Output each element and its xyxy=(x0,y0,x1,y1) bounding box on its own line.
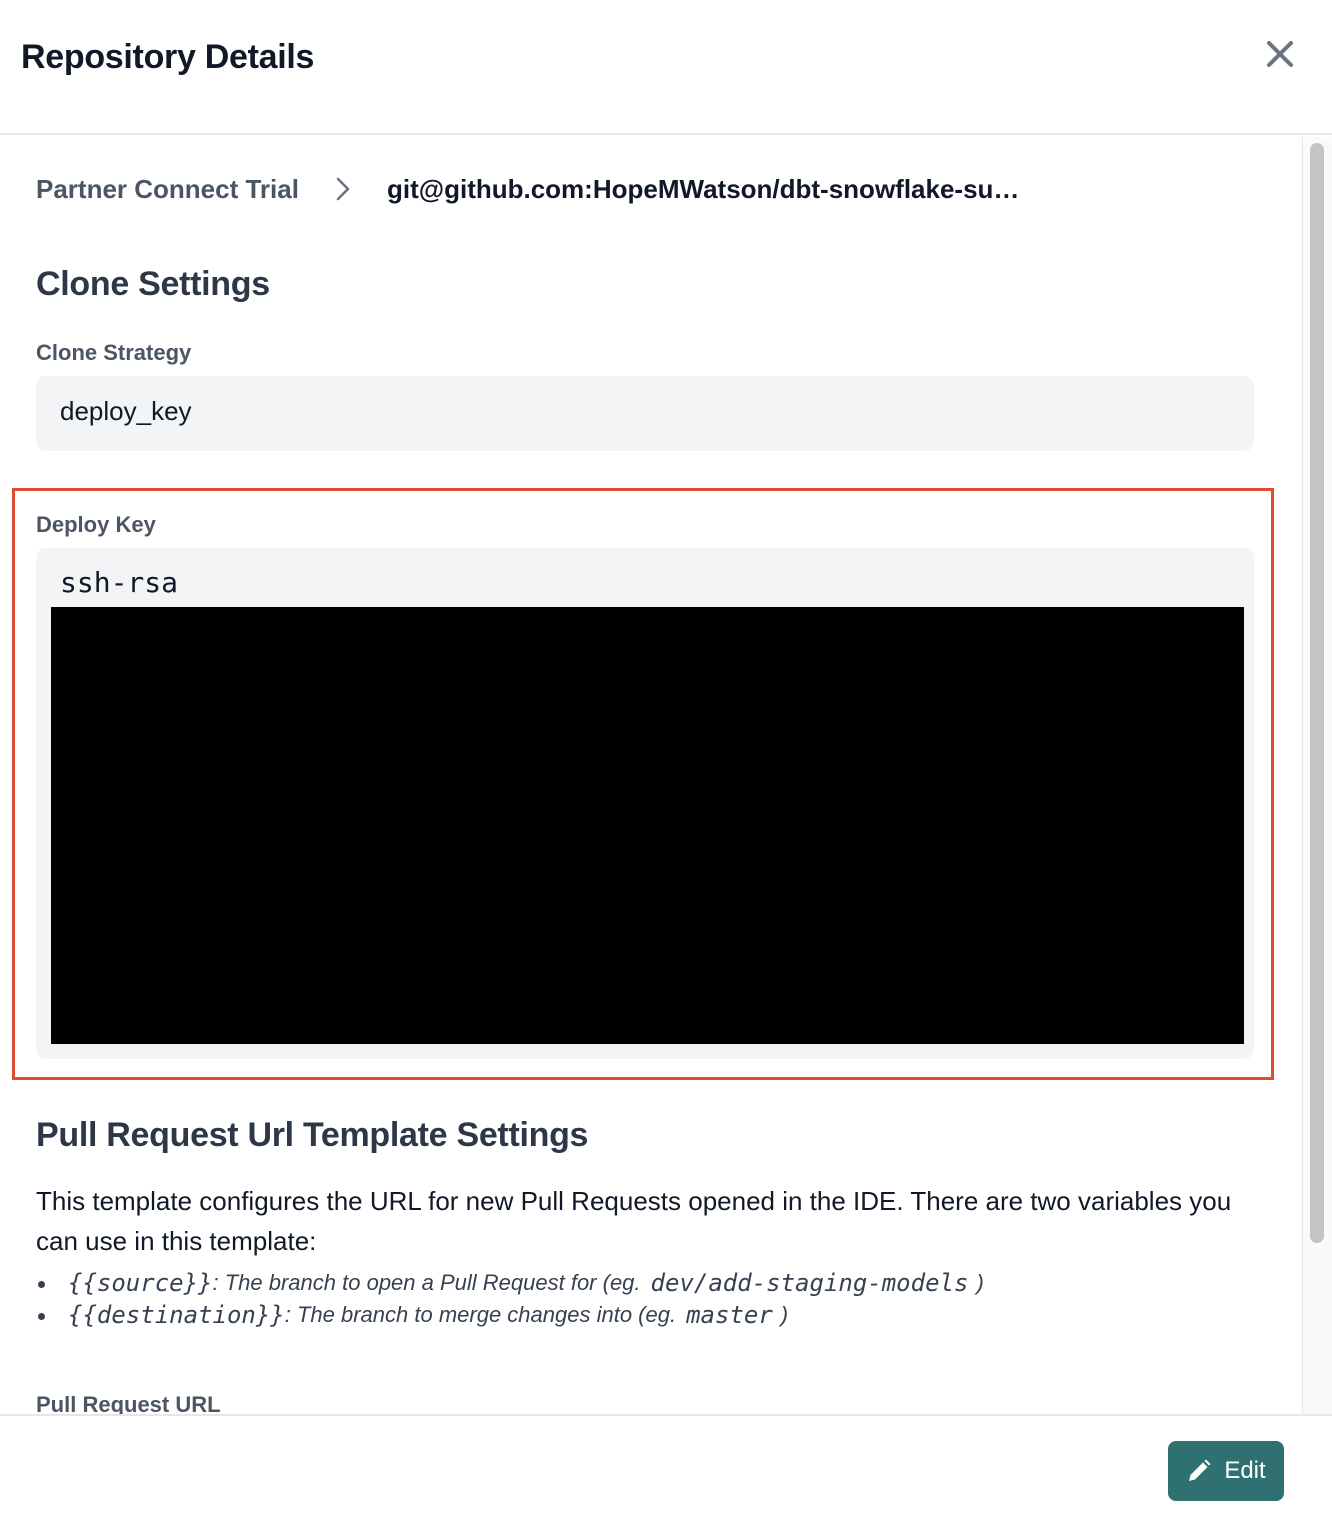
close-button[interactable] xyxy=(1258,32,1302,76)
pr-settings-heading: Pull Request Url Template Settings xyxy=(36,1116,589,1154)
variable-description: : The branch to open a Pull Request for … xyxy=(212,1270,641,1295)
breadcrumb-item-repository: git@github.com:HopeMWatson/dbt-snowflake… xyxy=(386,173,1020,204)
list-item: {{destination}} : The branch to merge ch… xyxy=(36,1299,1266,1331)
list-item: {{source}} : The branch to open a Pull R… xyxy=(36,1267,1266,1299)
deploy-key-field: ssh-rsa xyxy=(36,548,1254,1059)
dialog-footer: Edit xyxy=(0,1414,1332,1516)
scrollbar[interactable] xyxy=(1302,137,1332,1414)
dialog-title: Repository Details xyxy=(21,38,315,76)
breadcrumb: Partner Connect Trial git@github.com:Hop… xyxy=(36,171,1019,207)
variable-name: {{destination}} xyxy=(68,1301,285,1329)
variable-close: ) xyxy=(976,1270,984,1295)
clone-settings-heading: Clone Settings xyxy=(36,265,270,303)
variable-name: {{source}} xyxy=(68,1269,213,1297)
pr-template-description: This template configures the URL for new… xyxy=(36,1186,1232,1256)
edit-button-label: Edit xyxy=(1224,1457,1266,1484)
deploy-key-value: ssh-rsa xyxy=(60,566,179,599)
pencil-icon xyxy=(1189,1459,1211,1481)
clone-strategy-field: deploy_key xyxy=(36,376,1254,451)
template-variables-list: {{source}} : The branch to open a Pull R… xyxy=(36,1267,1266,1331)
chevron-right-icon xyxy=(299,176,387,202)
variable-example: master xyxy=(686,1301,773,1329)
pull-request-url-label: Pull Request URL xyxy=(36,1392,221,1414)
breadcrumb-item-project[interactable]: Partner Connect Trial xyxy=(36,174,299,205)
scrollbar-thumb[interactable] xyxy=(1310,143,1324,1243)
dialog-header: Repository Details xyxy=(0,0,1332,135)
clone-strategy-value: deploy_key xyxy=(60,396,192,426)
deploy-key-label: Deploy Key xyxy=(36,512,156,537)
variable-description: : The branch to merge changes into (eg. xyxy=(284,1302,677,1327)
dialog-body: Partner Connect Trial git@github.com:Hop… xyxy=(0,137,1302,1414)
redacted-key-block xyxy=(51,607,1244,1044)
variable-example: dev/add-staging-models xyxy=(650,1269,969,1297)
clone-strategy-label: Clone Strategy xyxy=(36,340,192,365)
edit-button[interactable]: Edit xyxy=(1168,1441,1284,1501)
variable-close: ) xyxy=(780,1302,789,1327)
close-icon xyxy=(1267,41,1293,67)
